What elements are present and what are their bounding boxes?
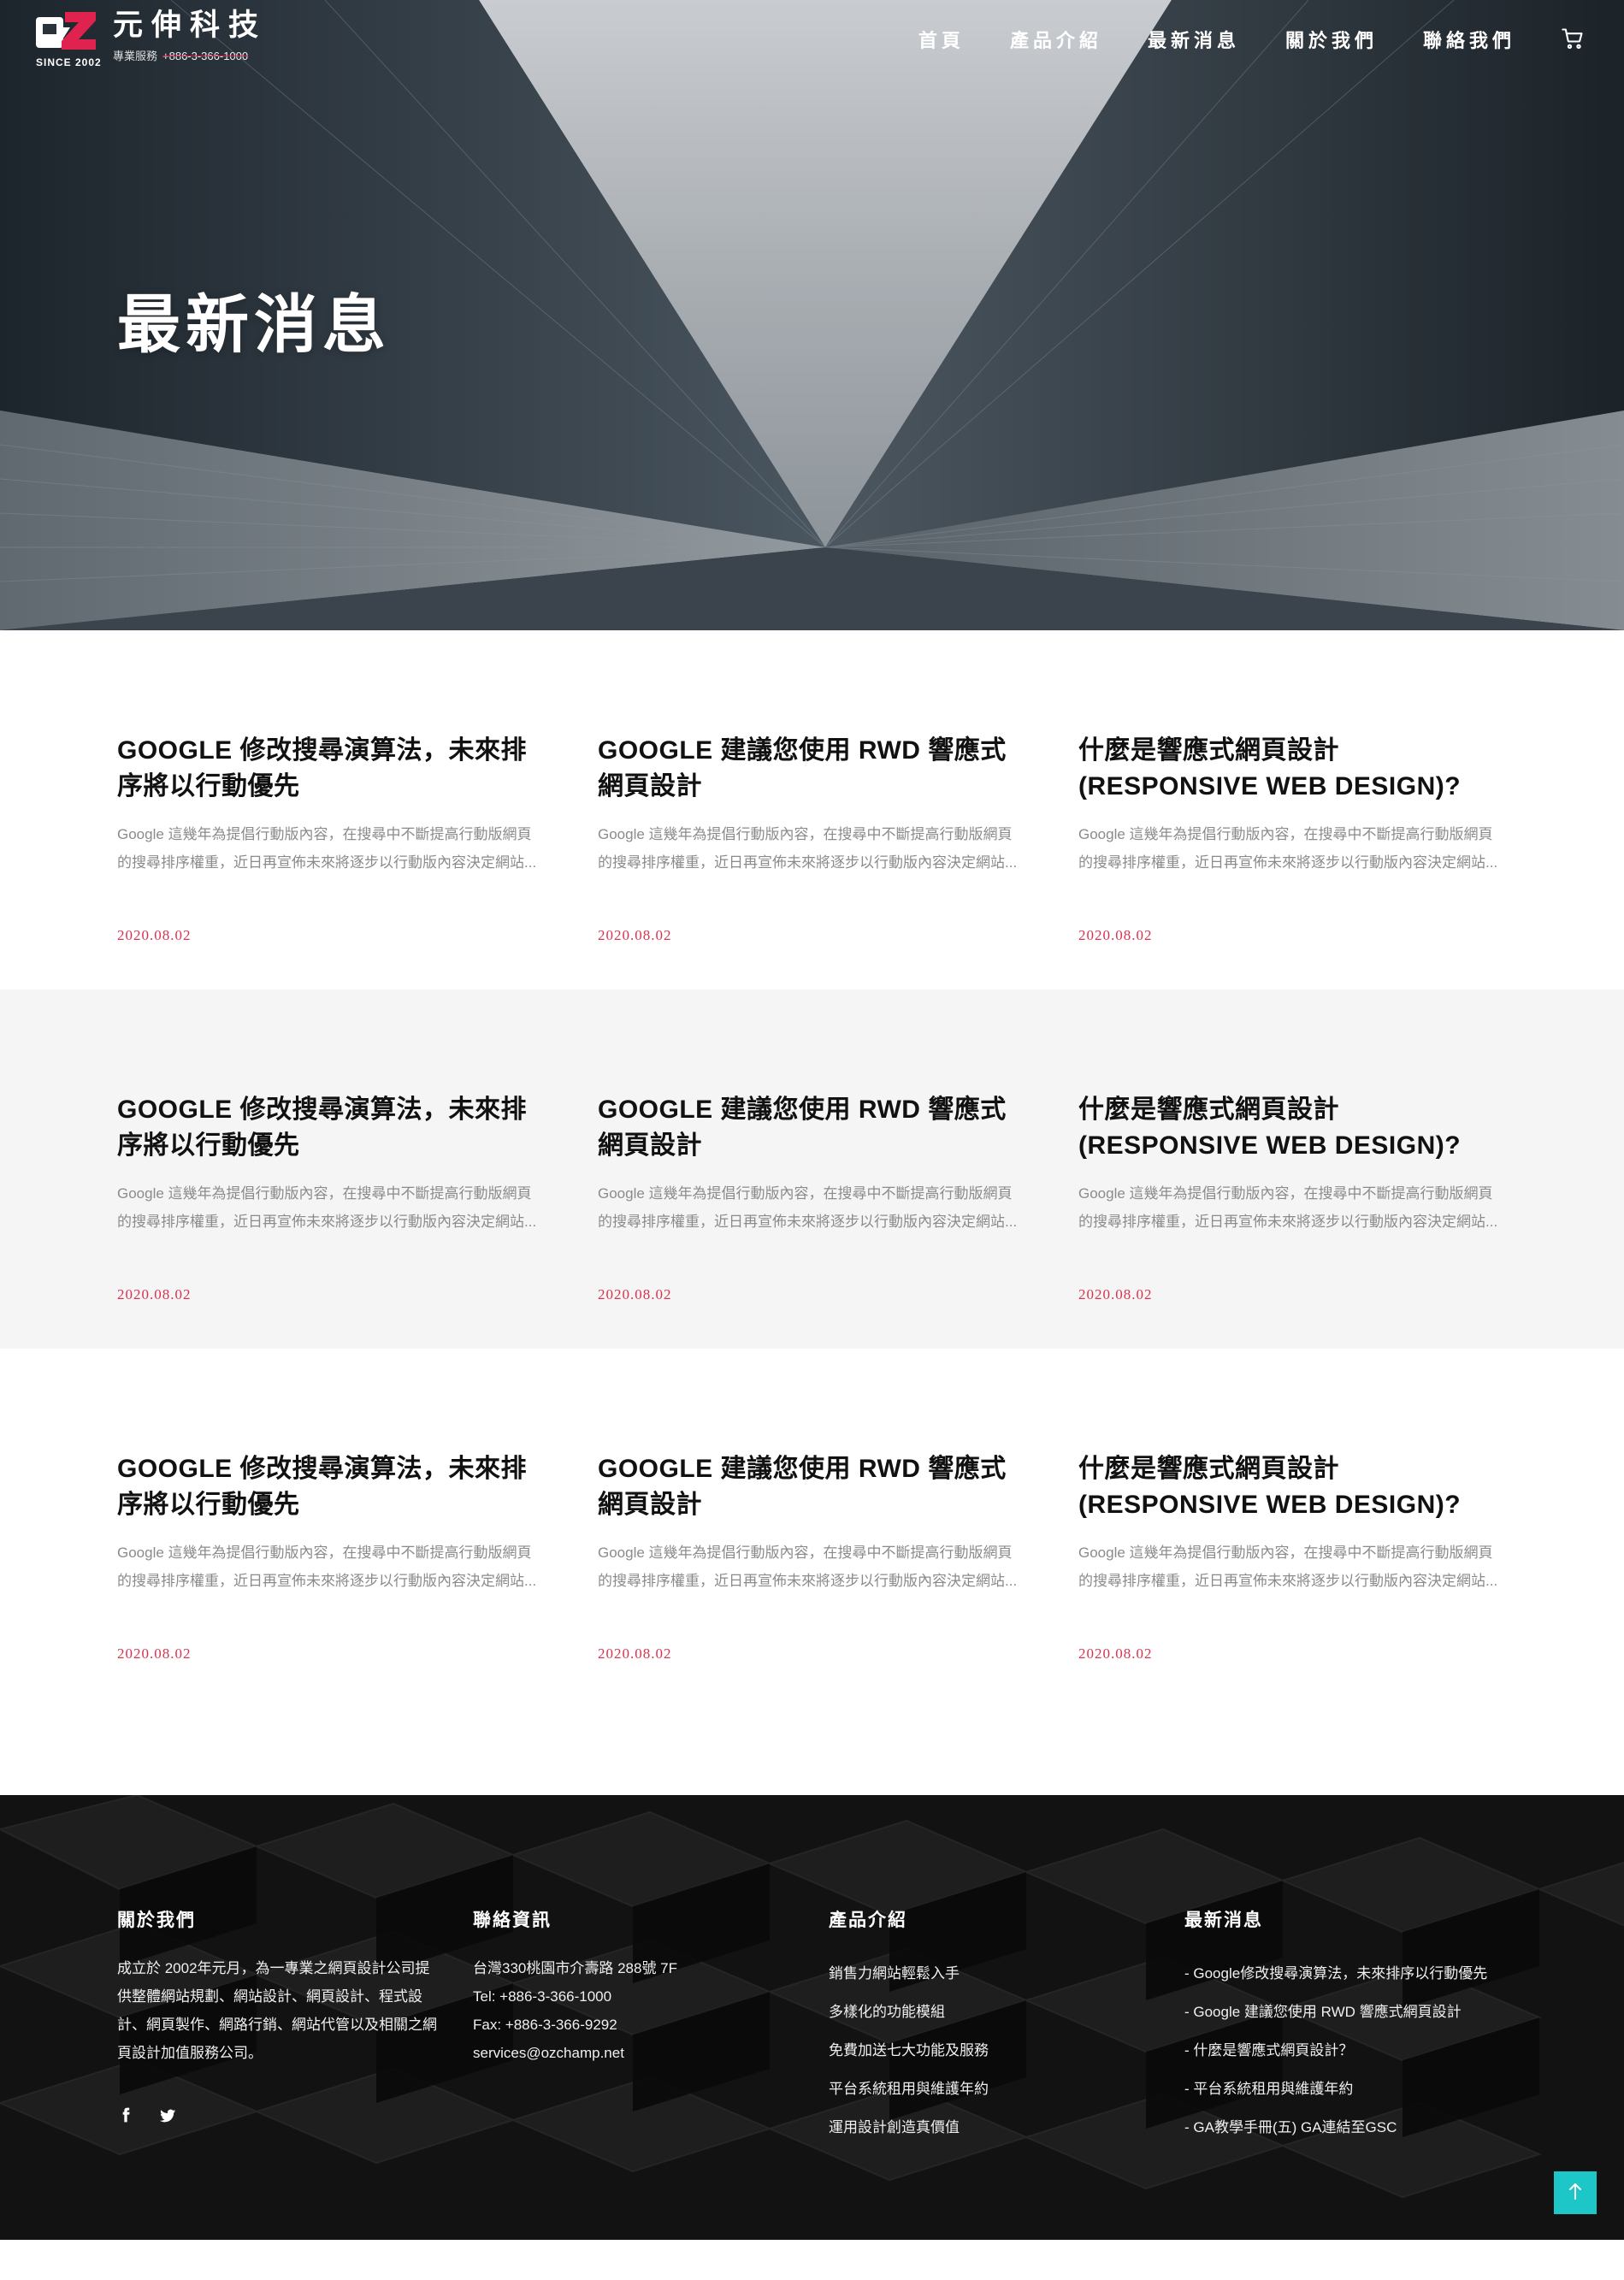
footer-columns: 關於我們 成立於 2002年元月，為一專業之網頁設計公司提供整體網站規劃、網站設… [0,1795,1624,2147]
nav-item-contact[interactable]: 聯絡我們 [1423,26,1515,53]
arrow-up-icon [1568,2182,1583,2205]
service-label: 專業服務 [113,50,158,62]
main-nav: 首頁 產品介紹 最新消息 關於我們 聯絡我們 [918,26,1586,53]
news-date: 2020.08.02 [117,1286,192,1302]
news-title[interactable]: 什麼是響應式網頁設計 (RESPONSIVE WEB DESIGN)? [1078,733,1499,805]
nav-item-about[interactable]: 關於我們 [1285,26,1378,53]
news-date: 2020.08.02 [598,1645,672,1662]
news-excerpt: Google 這幾年為提倡行動版內容，在搜尋中不斷提高行動版網頁的搜尋排序權重，… [117,826,537,871]
logo-since-text: SINCE 2002 [36,56,102,68]
news-row: GOOGLE 修改搜尋演算法，未來排序將以行動優先 Google 這幾年為提倡行… [0,989,1624,1349]
news-card[interactable]: GOOGLE 修改搜尋演算法，未來排序將以行動優先 Google 這幾年為提倡行… [117,733,598,989]
brand-logo[interactable]: SINCE 2002 元伸科技 專業服務 +886-3-366-1000 [36,9,268,68]
news-card[interactable]: GOOGLE 建議您使用 RWD 響應式網頁設計 Google 這幾年為提倡行動… [598,1451,1078,1708]
footer-news-link[interactable]: - 什麼是響應式網頁設計？ [1184,2031,1540,2070]
hero-banner: SINCE 2002 元伸科技 專業服務 +886-3-366-1000 首頁 產… [0,0,1624,630]
page-title: 最新消息 [117,289,391,360]
page-bottom-strip [0,2240,1624,2262]
news-title[interactable]: 什麼是響應式網頁設計 (RESPONSIVE WEB DESIGN)? [1078,1092,1499,1164]
footer-tel[interactable]: Tel: +886-3-366-1000 [473,1982,829,2011]
footer-about-text: 成立於 2002年元月，為一專業之網頁設計公司提供整體網站規劃、網站設計、網頁設… [117,1960,437,2061]
news-title[interactable]: GOOGLE 修改搜尋演算法，未來排序將以行動優先 [117,1092,538,1164]
footer-news-heading: 最新消息 [1184,1911,1263,1930]
news-date: 2020.08.02 [598,1286,672,1302]
oz-logo-icon: SINCE 2002 [36,12,101,68]
nav-item-home[interactable]: 首頁 [918,26,965,53]
news-date: 2020.08.02 [117,927,192,943]
footer-news-list: - Google修改搜尋演算法，未來排序以行動優先 - Google 建議您使用… [1184,1954,1540,2147]
news-title[interactable]: GOOGLE 修改搜尋演算法，未來排序將以行動優先 [117,1451,538,1523]
news-excerpt: Google 這幾年為提倡行動版內容，在搜尋中不斷提高行動版網頁的搜尋排序權重，… [598,1545,1018,1589]
news-card[interactable]: GOOGLE 建議您使用 RWD 響應式網頁設計 Google 這幾年為提倡行動… [598,733,1078,989]
footer-news-link[interactable]: - 平台系統租用與維護年約 [1184,2070,1540,2108]
news-date: 2020.08.02 [117,1645,192,1662]
footer-about: 關於我們 成立於 2002年元月，為一專業之網頁設計公司提供整體網站規劃、網站設… [117,1906,473,2147]
news-excerpt: Google 這幾年為提倡行動版內容，在搜尋中不斷提高行動版網頁的搜尋排序權重，… [598,1185,1018,1230]
news-title[interactable]: GOOGLE 建議您使用 RWD 響應式網頁設計 [598,1092,1019,1164]
news-card[interactable]: GOOGLE 修改搜尋演算法，未來排序將以行動優先 Google 這幾年為提倡行… [117,1451,598,1708]
footer-news: 最新消息 - Google修改搜尋演算法，未來排序以行動優先 - Google … [1184,1906,1540,2147]
brand-name: 元伸科技 [113,9,268,42]
footer-products-list: 銷售力網站輕鬆入手 多樣化的功能模組 免費加送七大功能及服務 平台系統租用與維護… [829,1954,1184,2147]
footer-product-link[interactable]: 銷售力網站輕鬆入手 [829,1954,1184,1993]
footer-email[interactable]: services@ozchamp.net [473,2039,829,2067]
site-header: SINCE 2002 元伸科技 專業服務 +886-3-366-1000 首頁 產… [0,0,1624,79]
footer-product-link[interactable]: 平台系統租用與維護年約 [829,2070,1184,2108]
service-phone[interactable]: +886-3-366-1000 [162,50,248,62]
footer-product-link[interactable]: 運用設計創造真價值 [829,2108,1184,2147]
news-title[interactable]: GOOGLE 修改搜尋演算法，未來排序將以行動優先 [117,733,538,805]
news-title[interactable]: GOOGLE 建議您使用 RWD 響應式網頁設計 [598,733,1019,805]
footer-fax: Fax: +886-3-366-9292 [473,2017,617,2033]
nav-item-news[interactable]: 最新消息 [1148,26,1240,53]
footer-about-heading: 關於我們 [117,1911,196,1930]
news-title[interactable]: 什麼是響應式網頁設計 (RESPONSIVE WEB DESIGN)? [1078,1451,1499,1523]
site-footer: 關於我們 成立於 2002年元月，為一專業之網頁設計公司提供整體網站規劃、網站設… [0,1795,1624,2240]
news-date: 2020.08.02 [1078,1645,1153,1662]
news-date: 2020.08.02 [1078,1286,1153,1302]
brand-service-line: 專業服務 +886-3-366-1000 [113,47,267,63]
news-card[interactable]: 什麼是響應式網頁設計 (RESPONSIVE WEB DESIGN)? Goog… [1078,1092,1559,1349]
cart-icon[interactable] [1561,27,1586,52]
news-excerpt: Google 這幾年為提倡行動版內容，在搜尋中不斷提高行動版網頁的搜尋排序權重，… [1078,1545,1498,1589]
news-card[interactable]: GOOGLE 建議您使用 RWD 響應式網頁設計 Google 這幾年為提倡行動… [598,1092,1078,1349]
news-card[interactable]: GOOGLE 修改搜尋演算法，未來排序將以行動優先 Google 這幾年為提倡行… [117,1092,598,1349]
footer-news-link[interactable]: - Google 建議您使用 RWD 響應式網頁設計 [1184,1993,1540,2031]
news-row: GOOGLE 修改搜尋演算法，未來排序將以行動優先 Google 這幾年為提倡行… [0,1349,1624,1708]
news-excerpt: Google 這幾年為提倡行動版內容，在搜尋中不斷提高行動版網頁的搜尋排序權重，… [1078,826,1498,871]
footer-product-link[interactable]: 免費加送七大功能及服務 [829,2031,1184,2070]
news-title[interactable]: GOOGLE 建議您使用 RWD 響應式網頁設計 [598,1451,1019,1523]
social-links [117,2106,473,2127]
news-excerpt: Google 這幾年為提倡行動版內容，在搜尋中不斷提高行動版網頁的搜尋排序權重，… [1078,1185,1498,1230]
news-row: GOOGLE 修改搜尋演算法，未來排序將以行動優先 Google 這幾年為提倡行… [0,630,1624,989]
news-card[interactable]: 什麼是響應式網頁設計 (RESPONSIVE WEB DESIGN)? Goog… [1078,733,1559,989]
news-card[interactable]: 什麼是響應式網頁設計 (RESPONSIVE WEB DESIGN)? Goog… [1078,1451,1559,1708]
footer-address: 台灣330桃園市介壽路 288號 7F [473,1960,678,1976]
back-to-top-button[interactable] [1554,2171,1597,2214]
footer-product-link[interactable]: 多樣化的功能模組 [829,1993,1184,2031]
news-date: 2020.08.02 [1078,927,1153,943]
news-excerpt: Google 這幾年為提倡行動版內容，在搜尋中不斷提高行動版網頁的搜尋排序權重，… [117,1185,537,1230]
footer-products: 產品介紹 銷售力網站輕鬆入手 多樣化的功能模組 免費加送七大功能及服務 平台系統… [829,1906,1184,2147]
news-excerpt: Google 這幾年為提倡行動版內容，在搜尋中不斷提高行動版網頁的搜尋排序權重，… [117,1545,537,1589]
footer-contact-heading: 聯絡資訊 [473,1911,552,1930]
footer-contact: 聯絡資訊 台灣330桃園市介壽路 288號 7F Tel: +886-3-366… [473,1906,829,2147]
nav-item-products[interactable]: 產品介紹 [1010,26,1102,53]
footer-news-link[interactable]: - Google修改搜尋演算法，未來排序以行動優先 [1184,1954,1540,1993]
news-excerpt: Google 這幾年為提倡行動版內容，在搜尋中不斷提高行動版網頁的搜尋排序權重，… [598,826,1018,871]
news-date: 2020.08.02 [598,927,672,943]
footer-products-heading: 產品介紹 [829,1911,907,1930]
news-list: GOOGLE 修改搜尋演算法，未來排序將以行動優先 Google 這幾年為提倡行… [0,630,1624,1795]
footer-news-link[interactable]: - GA教學手冊(五) GA連結至GSC [1184,2108,1540,2147]
facebook-icon[interactable] [117,2106,138,2127]
twitter-icon[interactable] [158,2106,179,2127]
